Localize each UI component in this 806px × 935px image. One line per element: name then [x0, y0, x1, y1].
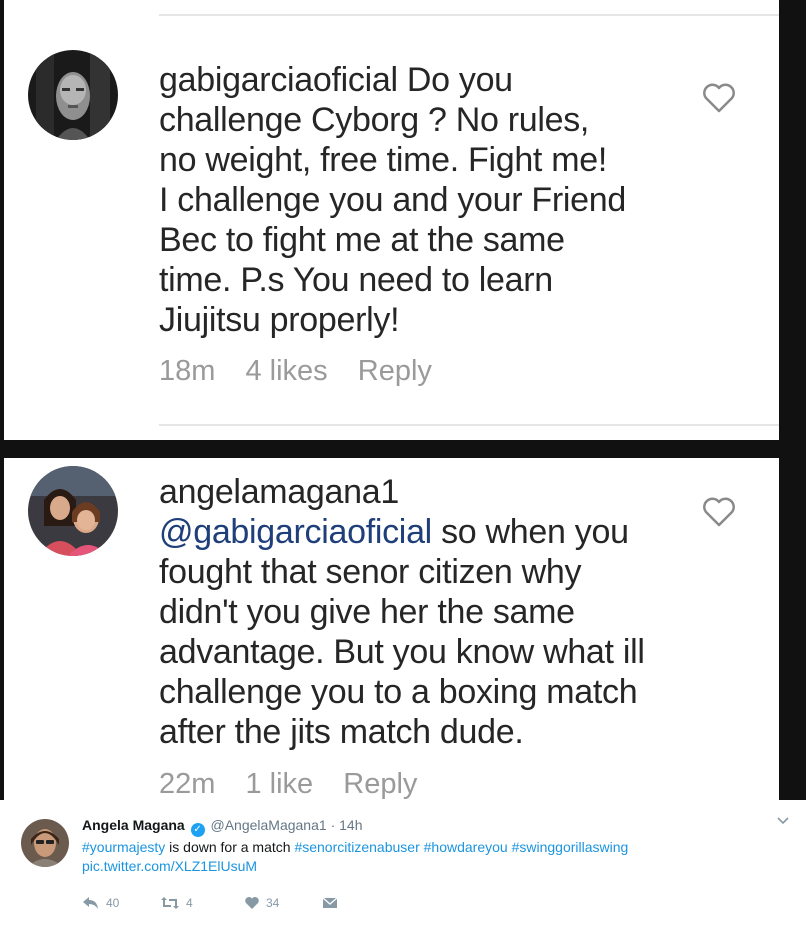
hashtag-link[interactable]: #swinggorillaswing	[512, 839, 629, 855]
comment-line: Jiujitsu properly!	[159, 301, 400, 339]
media-link[interactable]: pic.twitter.com/XLZ1ElUsuM	[82, 858, 257, 874]
comment-line: so when you	[431, 513, 629, 551]
comment-line: challenge you to a boxing match	[159, 673, 638, 711]
tweet-author-name[interactable]: Angela Magana	[82, 817, 185, 833]
profile-photo-icon	[28, 466, 118, 556]
retweet-icon	[161, 897, 179, 909]
comment-text: gabigarciaoficial Do you challenge Cybor…	[159, 60, 719, 340]
chevron-down-icon[interactable]	[776, 814, 790, 828]
comment-line: Do you	[397, 61, 513, 99]
like-count: 34	[266, 896, 280, 910]
comment-line: after the jits match dude.	[159, 713, 524, 751]
profile-photo-icon	[21, 819, 69, 867]
comment-username[interactable]: gabigarciaoficial	[159, 61, 398, 99]
comment-text: angelamagana1 @gabigarciaoficial so when…	[159, 472, 719, 752]
avatar[interactable]	[28, 466, 118, 556]
reply-button[interactable]: Reply	[358, 355, 432, 387]
instagram-comment-panel: gabigarciaoficial Do you challenge Cybor…	[4, 0, 779, 440]
tweet-text: #yourmajesty is down for a match #senorc…	[82, 837, 722, 857]
like-action[interactable]: 34	[244, 896, 279, 910]
reply-action[interactable]: 40	[82, 896, 119, 910]
tweet-author-handle[interactable]: @AngelaMagana1	[210, 817, 326, 833]
heart-icon	[245, 897, 259, 909]
comment-line: Bec to fight me at the same	[159, 221, 565, 259]
reply-button[interactable]: Reply	[343, 768, 417, 800]
tweet-separator: ·	[330, 817, 336, 833]
direct-message-action[interactable]	[322, 896, 338, 910]
reply-icon	[83, 897, 98, 909]
comment-likes[interactable]: 4 likes	[245, 355, 327, 387]
comment-line: advantage. But you know what ill	[159, 633, 645, 671]
tweet[interactable]: Angela Magana ✓ @AngelaMagana1 · 14h #yo…	[0, 800, 806, 935]
hashtag-link[interactable]: #senorcitizenabuser	[294, 839, 419, 855]
tweet-header: Angela Magana ✓ @AngelaMagana1 · 14h	[82, 817, 362, 837]
heart-outline-icon[interactable]	[702, 82, 736, 114]
comment-line: didn't you give her the same	[159, 593, 575, 631]
comment-line: challenge Cyborg ? No rules,	[159, 101, 590, 139]
profile-photo-icon	[28, 50, 118, 140]
comment-time: 22m	[159, 768, 216, 800]
comment-likes[interactable]: 1 like	[245, 768, 313, 800]
comment-line: no weight, free time. Fight me!	[159, 141, 608, 179]
envelope-icon	[322, 897, 338, 908]
retweet-action[interactable]: 4	[160, 896, 193, 910]
retweet-count: 4	[186, 896, 193, 910]
check-icon: ✓	[190, 823, 205, 837]
heart-outline-icon[interactable]	[702, 496, 736, 528]
comment-line: I challenge you and your Friend	[159, 181, 626, 219]
divider	[159, 14, 779, 16]
comment-time: 18m	[159, 355, 216, 387]
comment-meta: 22m 1 like Reply	[159, 768, 439, 800]
reply-count: 40	[106, 896, 120, 910]
divider	[159, 424, 779, 426]
screenshot-frame: gabigarciaoficial Do you challenge Cybor…	[0, 0, 806, 800]
instagram-comment-panel: angelamagana1 @gabigarciaoficial so when…	[4, 458, 779, 800]
avatar[interactable]	[21, 819, 69, 867]
mention-link[interactable]: @gabigarciaoficial	[159, 513, 432, 551]
comment-meta: 18m 4 likes Reply	[159, 355, 454, 388]
comment-line: fought that senor citizen why	[159, 553, 582, 591]
comment-username[interactable]: angelamagana1	[159, 472, 719, 512]
hashtag-link[interactable]: #howdareyou	[424, 839, 508, 855]
tweet-text-segment: is down for a match	[165, 839, 295, 855]
comment-line: time. P.s You need to learn	[159, 261, 553, 299]
tweet-time[interactable]: 14h	[339, 817, 362, 833]
avatar[interactable]	[28, 50, 118, 140]
hashtag-link[interactable]: #yourmajesty	[82, 839, 165, 855]
